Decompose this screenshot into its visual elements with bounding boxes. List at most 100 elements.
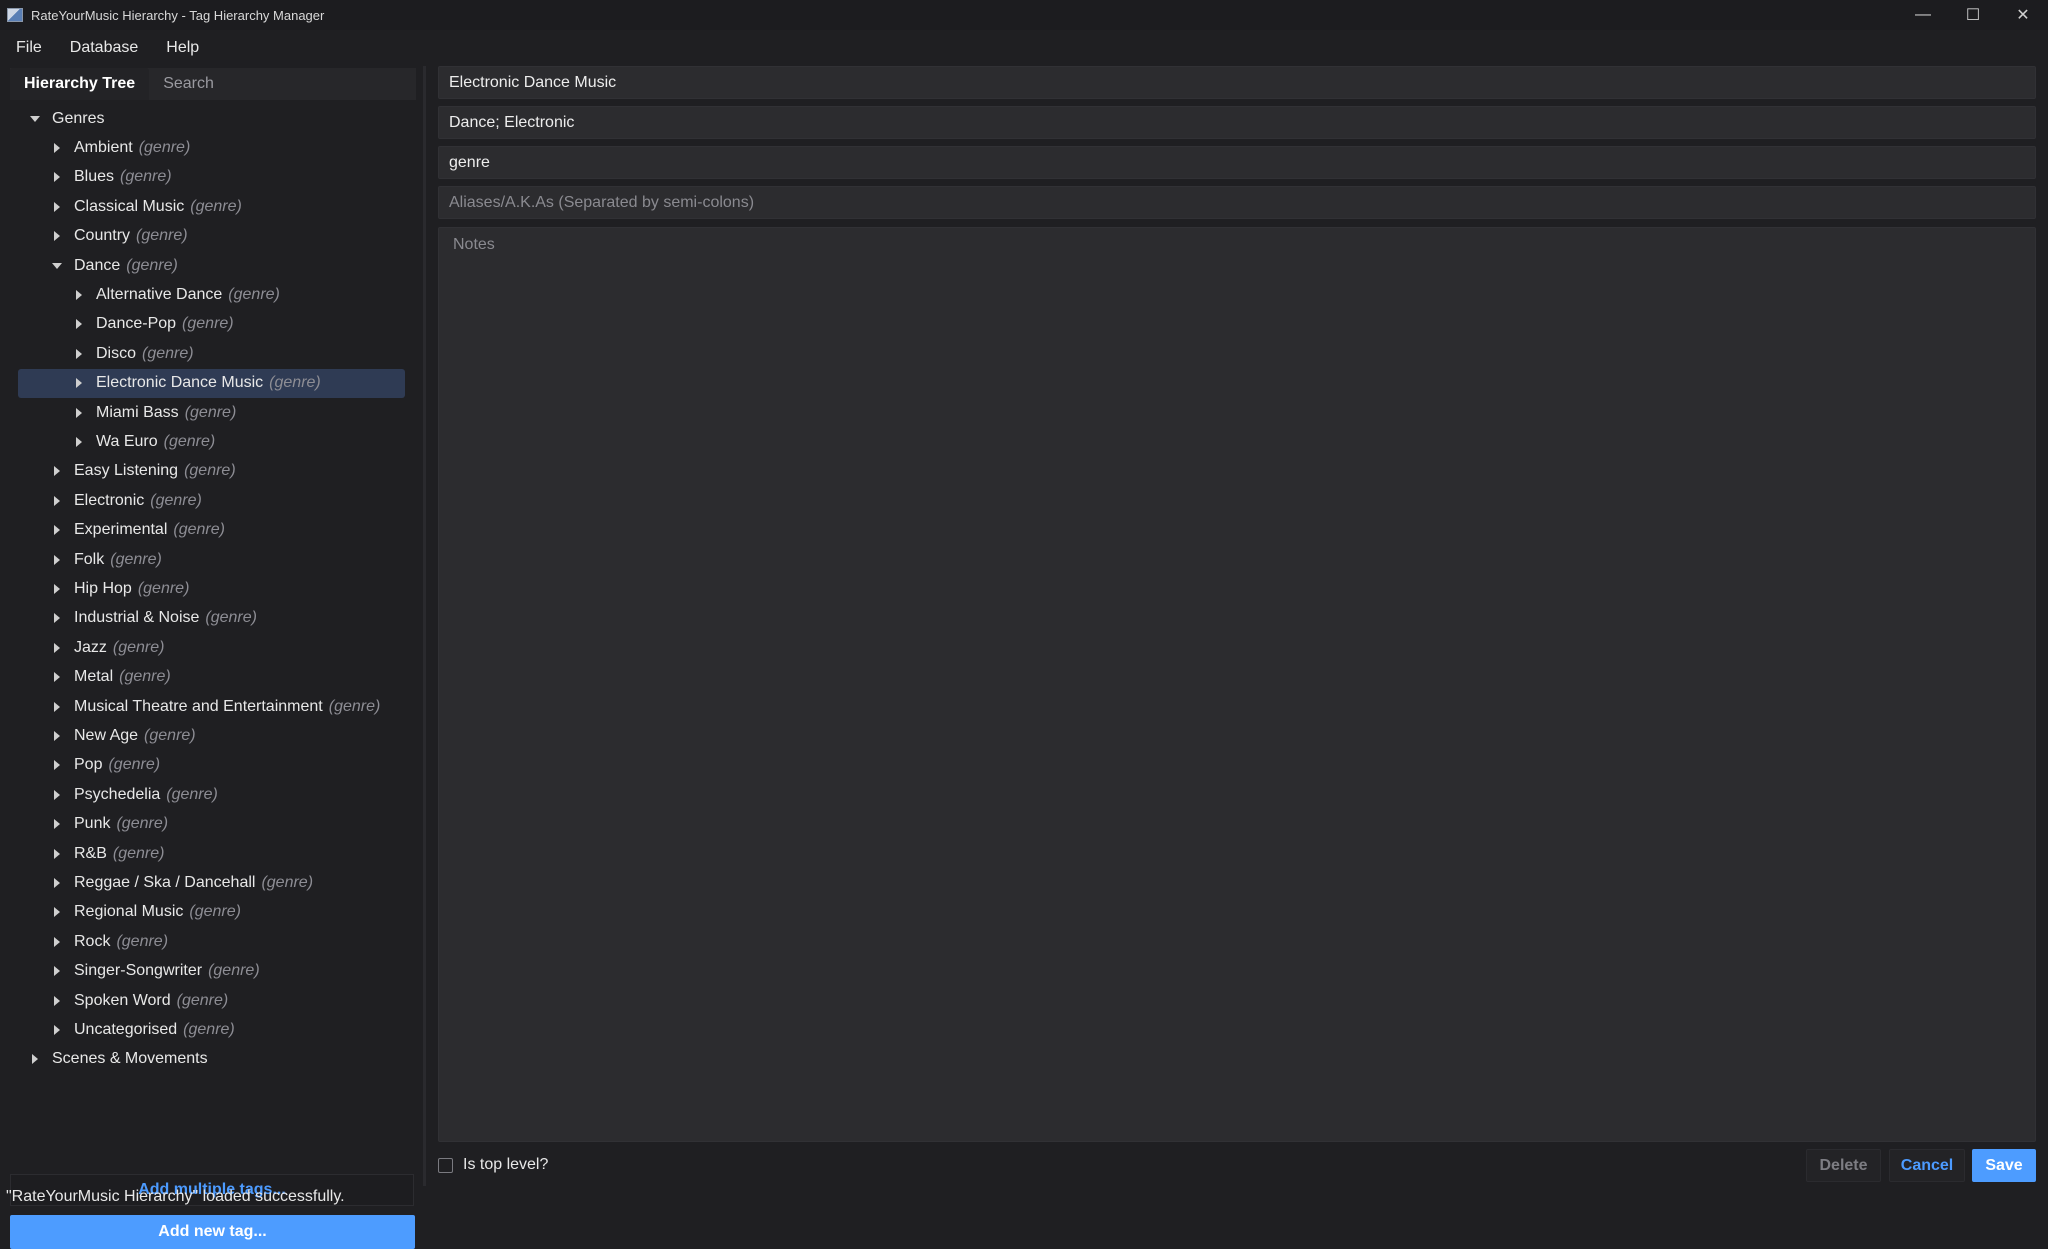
expand-right-icon[interactable] <box>74 407 84 418</box>
app-icon <box>7 8 23 22</box>
expand-right-icon[interactable] <box>74 319 84 330</box>
minimize-icon[interactable]: — <box>1898 0 1948 30</box>
expand-right-icon[interactable] <box>52 672 62 683</box>
expand-right-icon[interactable] <box>52 613 62 624</box>
tree-item[interactable]: Psychedelia (genre) <box>18 780 405 809</box>
tree-item[interactable]: Metal (genre) <box>18 663 405 692</box>
tree-item[interactable]: Regional Music (genre) <box>18 898 405 927</box>
tree-item-type: (genre) <box>126 256 178 274</box>
expand-right-icon[interactable] <box>74 436 84 447</box>
tree-item-type: (genre) <box>116 815 169 833</box>
panel-splitter[interactable] <box>423 66 426 1186</box>
tree-item[interactable]: New Age (genre) <box>18 721 405 750</box>
tree-item[interactable]: Jazz (genre) <box>18 633 405 662</box>
tree-item[interactable]: Electronic Dance Music (genre) <box>18 368 405 398</box>
tree-item[interactable]: Wa Euro (genre) <box>18 427 405 456</box>
tree-item[interactable]: Easy Listening (genre) <box>18 457 405 486</box>
expand-right-icon[interactable] <box>52 142 62 153</box>
expand-down-icon[interactable] <box>52 261 62 271</box>
expand-right-icon[interactable] <box>74 348 84 359</box>
expand-right-icon[interactable] <box>52 554 62 565</box>
tree-item[interactable]: Musical Theatre and Entertainment (genre) <box>18 692 405 721</box>
tree-item-label: Blues <box>74 168 115 186</box>
tree-item[interactable]: Experimental (genre) <box>18 516 405 545</box>
expand-right-icon[interactable] <box>52 231 62 242</box>
tree-item[interactable]: Rock (genre) <box>18 927 405 956</box>
is-top-level-checkbox[interactable] <box>438 1157 453 1173</box>
tree-item[interactable]: Punk (genre) <box>18 810 405 839</box>
expand-right-icon[interactable] <box>74 289 84 300</box>
tree-item[interactable]: Disco (genre) <box>18 339 405 368</box>
expand-right-icon[interactable] <box>30 1054 40 1065</box>
tree-item[interactable]: Electronic (genre) <box>18 486 405 515</box>
tab-search[interactable]: Search <box>149 68 228 100</box>
expand-right-icon[interactable] <box>52 730 62 741</box>
tree-item[interactable]: Alternative Dance (genre) <box>18 280 405 309</box>
tree-item-type: (genre) <box>190 197 242 215</box>
tree-item[interactable]: Dance-Pop (genre) <box>18 310 405 339</box>
expand-right-icon[interactable] <box>52 1024 62 1035</box>
expand-right-icon[interactable] <box>52 701 62 712</box>
expand-right-icon[interactable] <box>52 642 62 653</box>
expand-right-icon[interactable] <box>52 466 62 477</box>
expand-right-icon[interactable] <box>52 966 62 977</box>
expand-right-icon[interactable] <box>74 378 84 389</box>
expand-right-icon[interactable] <box>52 877 62 888</box>
expand-right-icon[interactable] <box>52 583 62 594</box>
menu-file[interactable]: File <box>0 39 54 57</box>
tree-item-label: Wa Euro <box>96 432 158 450</box>
tree-item-label: Reggae / Ska / Dancehall <box>74 873 256 891</box>
aliases-field[interactable] <box>438 186 2036 219</box>
expand-right-icon[interactable] <box>52 201 62 212</box>
tree-item[interactable]: Classical Music (genre) <box>18 192 405 221</box>
tree-item[interactable]: Uncategorised (genre) <box>18 1015 405 1044</box>
maximize-icon[interactable]: ☐ <box>1948 0 1998 30</box>
tree-item-type: (genre) <box>261 873 314 891</box>
expand-right-icon[interactable] <box>52 495 62 506</box>
expand-right-icon[interactable] <box>52 995 62 1006</box>
expand-right-icon[interactable] <box>52 907 62 918</box>
window-controls: — ☐ ✕ <box>1898 0 2048 30</box>
tree-item[interactable]: Reggae / Ska / Dancehall (genre) <box>18 868 405 897</box>
tag-type-field[interactable] <box>438 146 2036 179</box>
tree-item-label: Pop <box>74 756 103 774</box>
menu-database[interactable]: Database <box>54 39 151 57</box>
tree-item[interactable]: Blues (genre) <box>18 163 405 192</box>
expand-right-icon[interactable] <box>52 848 62 859</box>
save-button[interactable]: Save <box>1972 1149 2036 1182</box>
menu-help[interactable]: Help <box>150 39 211 57</box>
add-new-tag-button[interactable]: Add new tag... <box>10 1215 415 1249</box>
tree-item[interactable]: Hip Hop (genre) <box>18 574 405 603</box>
tree-item-type: (genre) <box>328 697 381 715</box>
expand-right-icon[interactable] <box>52 936 62 947</box>
tree-item[interactable]: Folk (genre) <box>18 545 405 574</box>
expand-right-icon[interactable] <box>52 172 62 183</box>
tree-item[interactable]: Genres <box>18 104 405 133</box>
expand-right-icon[interactable] <box>52 789 62 800</box>
tree-item-type: (genre) <box>189 903 241 921</box>
notes-field[interactable] <box>438 227 2036 1142</box>
close-icon[interactable]: ✕ <box>1998 0 2048 30</box>
tab-hierarchy-tree[interactable]: Hierarchy Tree <box>10 68 150 100</box>
parent-tags-field[interactable] <box>438 106 2036 139</box>
tree-item[interactable]: Ambient (genre) <box>18 133 405 162</box>
tree-item[interactable]: Singer-Songwriter (genre) <box>18 957 405 986</box>
tree-item[interactable]: Scenes & Movements <box>18 1045 405 1074</box>
tree-item[interactable]: Country (genre) <box>18 222 405 251</box>
tree-item-type: (genre) <box>142 344 194 362</box>
tree-item[interactable]: Dance (genre) <box>18 251 405 280</box>
expand-right-icon[interactable] <box>52 525 62 536</box>
expand-right-icon[interactable] <box>52 819 62 830</box>
expand-right-icon[interactable] <box>52 760 62 771</box>
tree-item-label: Uncategorised <box>74 1020 178 1038</box>
tree-item[interactable]: R&B (genre) <box>18 839 405 868</box>
tag-name-field[interactable] <box>438 66 2036 99</box>
cancel-button[interactable]: Cancel <box>1889 1149 1965 1182</box>
window-title: RateYourMusic Hierarchy - Tag Hierarchy … <box>31 7 325 23</box>
tree-item[interactable]: Pop (genre) <box>18 751 405 780</box>
expand-down-icon[interactable] <box>30 114 40 124</box>
tree-item[interactable]: Spoken Word (genre) <box>18 986 405 1015</box>
tree-item[interactable]: Miami Bass (genre) <box>18 398 405 427</box>
tree-item[interactable]: Industrial & Noise (genre) <box>18 604 405 633</box>
delete-button[interactable]: Delete <box>1806 1149 1881 1182</box>
